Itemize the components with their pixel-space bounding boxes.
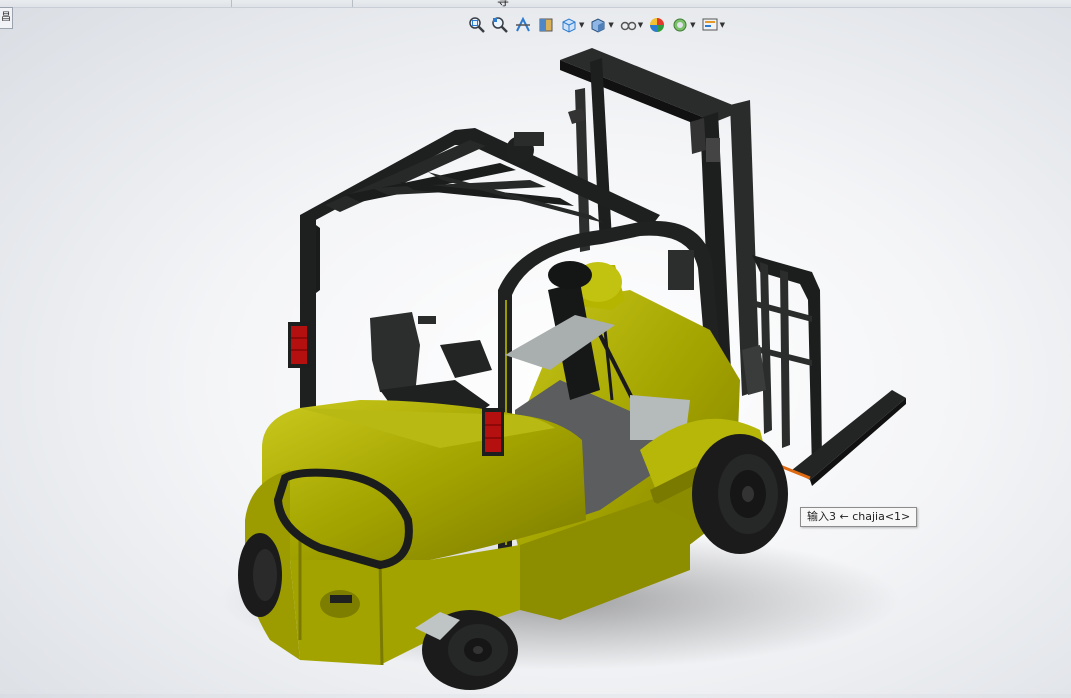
view-orientation-icon [560,16,578,34]
chevron-down-icon: ▼ [608,21,614,29]
view-settings-icon [701,16,719,34]
apply-scene-dropdown[interactable]: ▼ [671,16,696,34]
heads-up-view-toolbar: ▼ ▼ ▼ ▼ ▼ [468,14,730,36]
graphics-area[interactable] [0,0,1071,694]
view-settings-dropdown[interactable]: ▼ [701,16,725,34]
title-bar-strip: 导 [0,0,1071,8]
display-style-icon [589,16,607,34]
chevron-down-icon: ▼ [637,21,644,29]
menu-glyph[interactable]: 导 [497,0,509,9]
zoom-to-fit-icon[interactable] [468,16,486,34]
chevron-down-icon: ▼ [579,21,585,29]
hide-show-items-icon [619,16,637,34]
tab-separator [352,0,353,7]
previous-view-icon[interactable] [514,16,532,34]
view-orientation-dropdown[interactable]: ▼ [560,16,584,34]
section-view-icon[interactable] [537,16,555,34]
forklift-model[interactable] [0,0,1071,694]
zoom-to-area-icon[interactable] [491,16,509,34]
edit-appearance-icon[interactable] [648,16,666,34]
feature-tree-tab[interactable]: 昌 [0,7,13,29]
chevron-down-icon: ▼ [719,21,725,29]
display-style-dropdown[interactable]: ▼ [589,16,614,34]
chevron-down-icon: ▼ [690,21,696,29]
mate-tooltip: 输入3 ← chajia<1> [800,507,918,527]
tab-separator [231,0,232,7]
hide-show-items-dropdown[interactable]: ▼ [619,16,643,34]
apply-scene-icon [671,16,689,34]
